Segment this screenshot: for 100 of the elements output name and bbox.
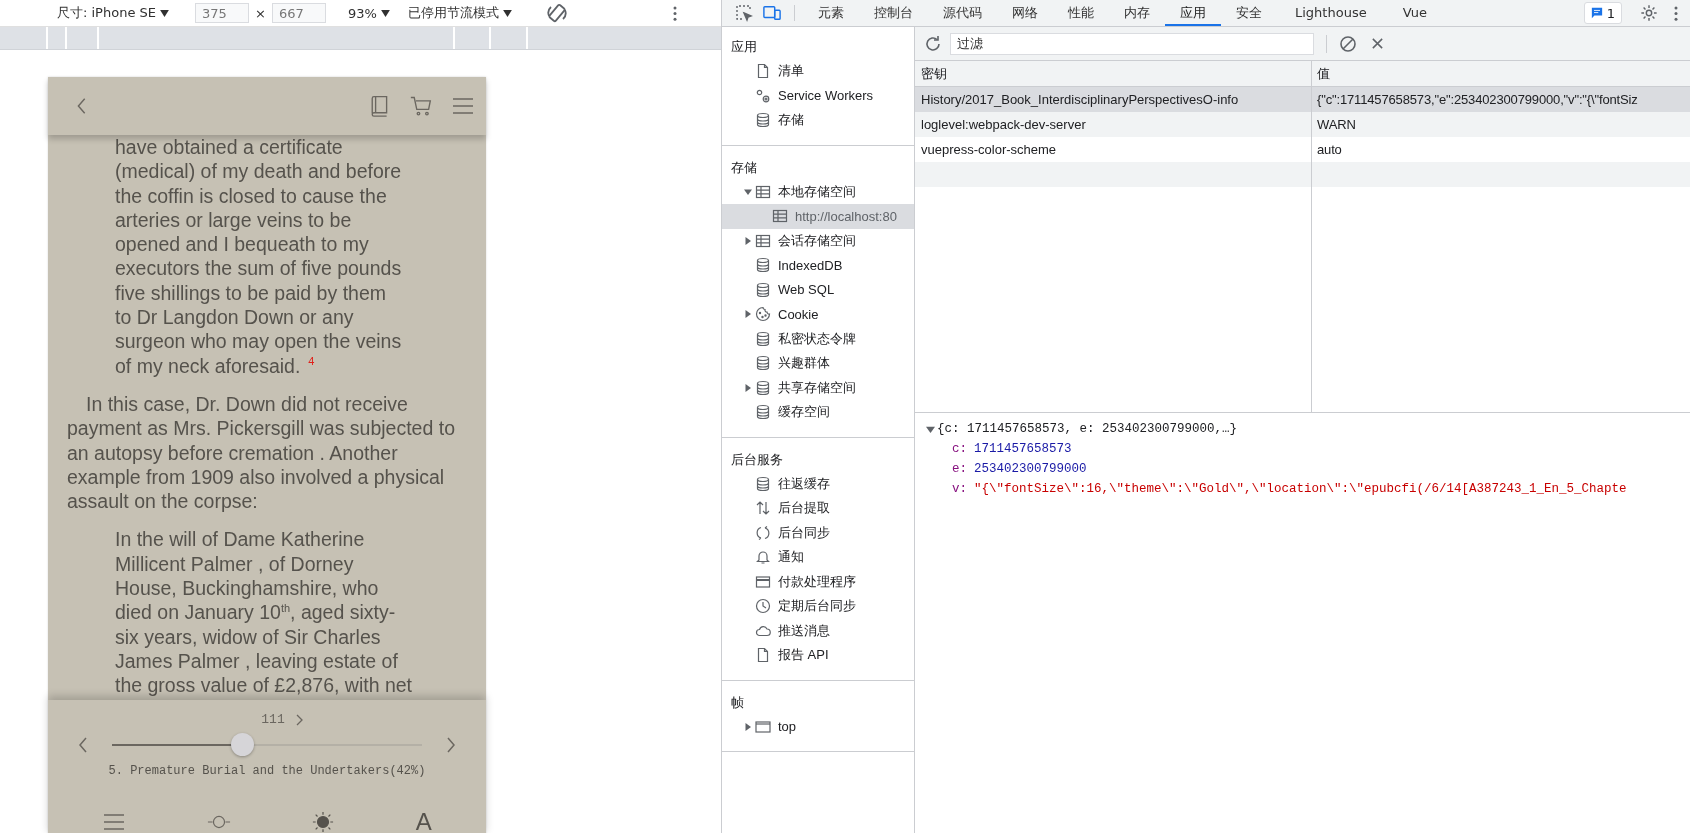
font-size-button[interactable]: A [415, 808, 432, 833]
section-heading: 帧 [730, 693, 745, 712]
cookie-icon [755, 306, 771, 323]
database-icon [755, 330, 771, 347]
panel-tab[interactable]: 源代码 [928, 0, 997, 26]
property-value: "{\"fontSize\":16,\"theme\":\"Gold\",\"location\":\"epubcfi(/6/14[A387243_1_En_5_Chapte [974, 481, 1627, 498]
sidebar-item[interactable]: Cookie [722, 302, 914, 327]
panel-tab[interactable]: Vue [1384, 0, 1445, 26]
quoted-passage: In the will of Dame Katherine Millicent Palmer , of Dorney House, Buckinghamshire, who died on January 10$^{th}$, aged sixty- six years, widow of Sir Charles James Palmer , leaving estate of the gross value of £2,876, with net [114, 527, 414, 699]
panel-tab[interactable]: 控制台 [859, 0, 928, 26]
column-header[interactable]: 密钥 [915, 61, 1312, 86]
database-icon [755, 257, 771, 274]
sidebar-item[interactable]: 共享存储空间 [722, 375, 914, 400]
sidebar-item[interactable]: top [722, 714, 914, 739]
issues-button[interactable]: 1 [1583, 2, 1622, 24]
table-icon [772, 208, 788, 225]
database-icon [755, 355, 771, 372]
sidebar-item[interactable]: 报告 API [722, 643, 914, 668]
chevron-right-icon[interactable] [294, 713, 303, 726]
chapter-title: 5. Premature Burial and the Undertakers(42%) [107, 764, 427, 778]
close-icon[interactable] [1371, 37, 1384, 50]
property-value: 253402300799000 [974, 461, 1087, 478]
document-icon [755, 647, 771, 664]
table-row[interactable]: loglevel:webpack-dev-server WARN [915, 112, 1690, 137]
throttling-dropdown[interactable]: 已停用节流模式 [407, 4, 499, 22]
caret-icon [502, 9, 512, 17]
zoom-dropdown[interactable]: 93% [347, 5, 377, 21]
sidebar-item[interactable]: 清单 [722, 59, 914, 84]
more-options-icon[interactable] [672, 5, 677, 21]
card-icon [755, 573, 771, 590]
table-cell-text: WARN [1316, 116, 1356, 134]
table-row[interactable]: History/2017_Book_InterdisciplinaryPerspectivesO-info {"c":1711457658573,"e":253402300799000,"v":"{\"fontSiz [915, 87, 1690, 112]
property-name: e: [952, 461, 967, 478]
section-heading: 存储 [730, 158, 758, 177]
sidebar-item[interactable]: 缓存空间 [722, 400, 914, 425]
sidebar-item[interactable]: 定期后台同步 [722, 594, 914, 619]
brightness-high-icon[interactable] [311, 811, 336, 833]
sidebar-item[interactable]: 本地存储空间 [722, 179, 914, 204]
expand-arrow-icon[interactable] [744, 236, 752, 245]
section-heading: 应用 [730, 38, 758, 56]
column-header[interactable]: 值 [1312, 61, 1330, 86]
clock-icon [755, 598, 771, 615]
more-options-icon[interactable] [1674, 5, 1678, 21]
expand-arrow-icon[interactable] [744, 722, 752, 731]
sidebar-item[interactable]: 往返缓存 [722, 471, 914, 496]
message-icon [1590, 7, 1603, 19]
sidebar-item[interactable]: 会话存储空间 [722, 228, 914, 253]
sidebar-item[interactable]: Web SQL [722, 277, 914, 302]
caret-icon [380, 9, 390, 17]
gears-icon [755, 87, 771, 104]
up-down-arrows-icon [755, 500, 771, 517]
sidebar-item[interactable]: 存储 [722, 108, 914, 133]
database-icon [755, 379, 771, 396]
panel-tab[interactable]: 安全 [1221, 0, 1277, 26]
width-field[interactable]: 375 [195, 3, 249, 23]
panel-tab[interactable]: Lighthouse [1277, 0, 1385, 26]
sidebar-item[interactable]: 后台同步 [722, 520, 914, 545]
next-chapter-icon[interactable] [446, 737, 456, 753]
panel-tab[interactable]: 内存 [1109, 0, 1165, 26]
table-icon [755, 183, 771, 200]
paragraph: In this case, Dr. Down did not receive payment as Mrs. Pickersgill was subjected to an autopsy before cremation . Another example from 1909 also involved a physical assault on the corpse: [66, 391, 456, 515]
sidebar-item[interactable]: 后台提取 [722, 496, 914, 521]
bell-icon [755, 549, 771, 566]
property-value: 1711457658573 [974, 441, 1072, 458]
page-number: 111 [261, 712, 285, 727]
rotate-icon[interactable] [545, 2, 568, 24]
expand-arrow-icon[interactable] [744, 310, 752, 319]
sidebar-item[interactable]: 付款处理程序 [722, 569, 914, 594]
sidebar-item[interactable]: 推送消息 [722, 618, 914, 643]
sidebar-item[interactable]: 兴趣群体 [722, 351, 914, 376]
panel-tab[interactable]: 性能 [1053, 0, 1109, 26]
sidebar-item[interactable]: 通知 [722, 545, 914, 570]
panel-tab[interactable]: 网络 [997, 0, 1053, 26]
sidebar-item[interactable]: IndexedDB [722, 253, 914, 278]
cart-icon[interactable] [410, 95, 432, 117]
section-heading: 后台服务 [730, 450, 784, 469]
back-icon[interactable] [76, 97, 88, 115]
device-toolbar-icon[interactable] [763, 4, 781, 22]
table-icon [755, 232, 771, 249]
sidebar-item[interactable]: Service Workers [722, 83, 914, 108]
sync-icon [755, 524, 771, 541]
previous-chapter-icon[interactable] [78, 737, 88, 753]
filter-field[interactable]: 过滤 [950, 32, 1314, 55]
database-icon [755, 404, 771, 421]
slider-thumb[interactable] [231, 733, 255, 756]
sidebar-item[interactable]: 私密状态令牌 [722, 326, 914, 351]
collapse-arrow-icon[interactable] [744, 187, 752, 196]
panel-tab[interactable]: 元素 [803, 0, 859, 26]
database-icon [755, 112, 771, 129]
database-icon [755, 281, 771, 298]
collapse-arrow-icon[interactable] [926, 424, 935, 434]
expand-arrow-icon[interactable] [744, 383, 752, 392]
table-cell-text: auto [1316, 141, 1342, 159]
device-dropdown[interactable]: 尺寸: iPhone SE [57, 4, 156, 22]
settings-icon[interactable] [1640, 4, 1658, 22]
height-field[interactable]: 667 [271, 3, 326, 23]
inspect-icon[interactable] [735, 4, 753, 22]
refresh-icon[interactable] [924, 34, 942, 53]
clear-all-icon[interactable] [1339, 34, 1357, 53]
sidebar-item[interactable]: http://localhost:80 [722, 204, 914, 229]
